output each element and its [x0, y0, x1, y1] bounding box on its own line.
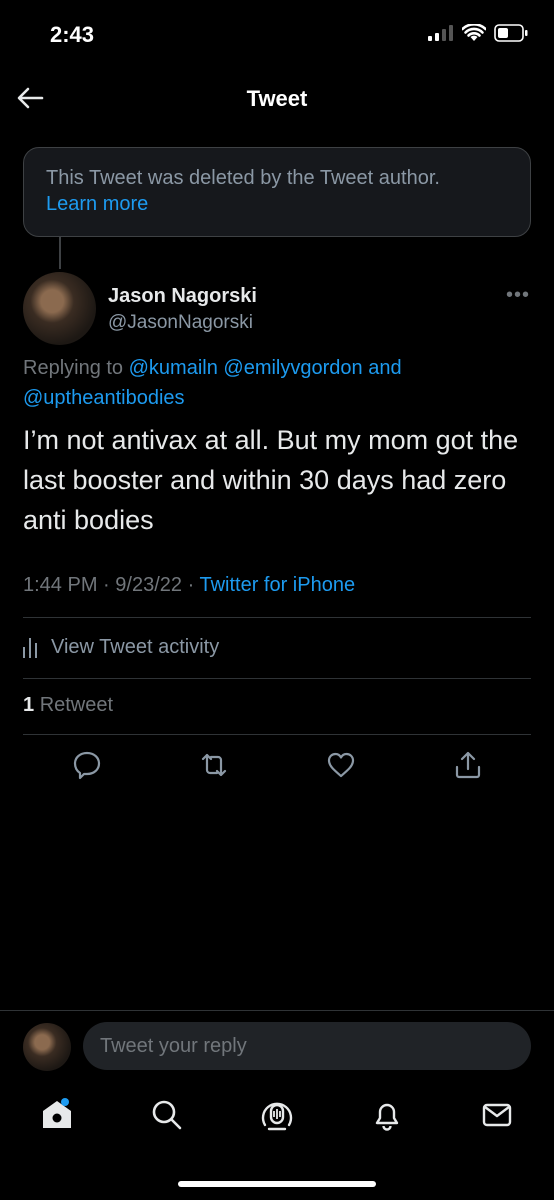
tab-search[interactable] [147, 1095, 187, 1135]
view-activity-button[interactable]: View Tweet activity [23, 632, 219, 662]
tab-notifications[interactable] [367, 1095, 407, 1135]
meta-separator: · [187, 574, 195, 596]
meta-separator: · [103, 574, 110, 596]
replying-prefix: Replying to [23, 357, 124, 379]
retweet-icon[interactable] [199, 750, 229, 780]
status-icons [428, 24, 528, 42]
home-icon [43, 1101, 71, 1128]
tab-home[interactable] [37, 1095, 77, 1135]
divider [23, 678, 531, 679]
notification-dot [61, 1098, 69, 1106]
mention-link[interactable]: @uptheantibodies [23, 387, 185, 409]
activity-icon [23, 638, 37, 658]
author-name[interactable]: Jason Nagorski [108, 285, 257, 308]
replying-and[interactable]: and [368, 357, 401, 379]
retweet-label: Retweet [39, 694, 114, 716]
search-icon [152, 1100, 182, 1130]
notifications-icon [375, 1103, 399, 1131]
wifi-icon [462, 24, 486, 41]
divider [23, 734, 531, 735]
deleted-notice-text: This Tweet was deleted by the Tweet auth… [46, 167, 440, 189]
thread-line [59, 237, 61, 269]
like-icon[interactable] [326, 750, 356, 780]
tab-spaces[interactable] [257, 1095, 297, 1135]
activity-label: View Tweet activity [51, 635, 220, 658]
page-title: Tweet [246, 86, 308, 111]
tweet-source-link[interactable]: Twitter for iPhone [199, 574, 355, 596]
divider [23, 617, 531, 618]
author-avatar[interactable] [23, 272, 96, 345]
reply-icon[interactable] [72, 750, 102, 780]
retweet-count[interactable]: 1 Retweet [23, 694, 113, 717]
more-icon[interactable]: ••• [506, 284, 530, 307]
learn-more-link[interactable]: Learn more [46, 193, 148, 215]
tweet-text: I’m not antivax at all. But my mom got t… [23, 425, 519, 535]
status-bar: 2:43 [0, 0, 554, 70]
author-handle[interactable]: @JasonNagorski [108, 312, 253, 334]
messages-icon [482, 1103, 512, 1127]
tweet-actions [0, 750, 554, 784]
tab-messages[interactable] [477, 1095, 517, 1135]
mention-link[interactable]: @kumailn [129, 357, 218, 379]
signal-icon [428, 25, 453, 41]
spaces-icon [261, 1102, 293, 1131]
tweet-meta: 1:44 PM · 9/23/22 · Twitter for iPhone [23, 574, 355, 597]
user-avatar[interactable] [23, 1023, 71, 1071]
retweet-number: 1 [23, 694, 35, 716]
mention-link[interactable]: @emilyvgordon [223, 357, 362, 379]
deleted-tweet-notice: This Tweet was deleted by the Tweet auth… [23, 147, 531, 237]
home-indicator[interactable] [178, 1181, 376, 1187]
tweet-time: 1:44 PM [23, 574, 98, 596]
header: Tweet [0, 70, 554, 128]
bottom-tab-bar [0, 1095, 554, 1145]
share-icon[interactable] [453, 750, 483, 780]
status-time: 2:43 [50, 22, 95, 47]
reply-bar-divider [0, 1010, 554, 1011]
tweet-date: 9/23/22 [115, 574, 183, 596]
reply-input[interactable] [83, 1022, 531, 1070]
battery-icon [494, 24, 528, 42]
replying-to: Replying to @kumailn @emilyvgordon and @… [23, 353, 523, 413]
